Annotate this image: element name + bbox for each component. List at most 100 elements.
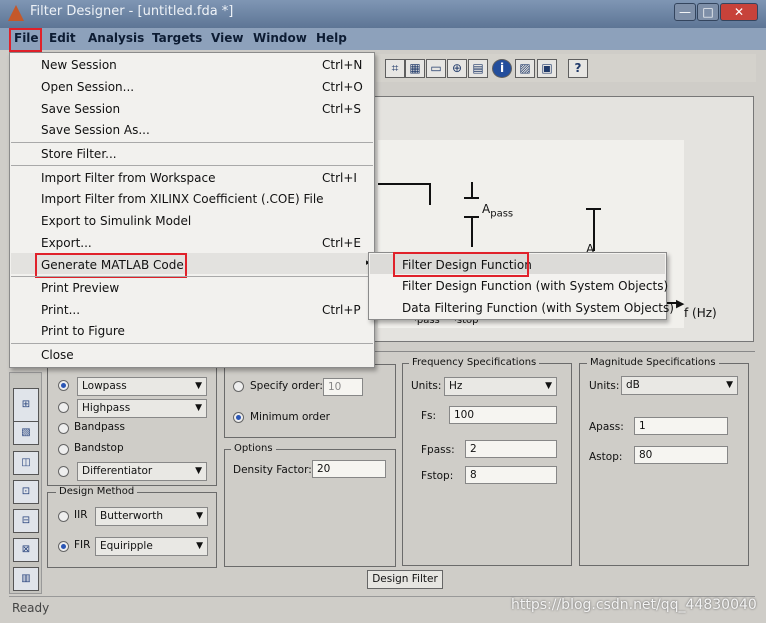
menu-save-session-as[interactable]: Save Session As... [41, 123, 150, 137]
menu-print-to-figure[interactable]: Print to Figure [41, 324, 125, 338]
fir-method-select[interactable]: Equiripple ▼ [95, 537, 208, 556]
impulse-icon[interactable]: ▨ [515, 59, 535, 78]
menu-import-xilinx[interactable]: Import Filter from XILINX Coefficient (.… [41, 192, 324, 206]
menu-open-session[interactable]: Open Session... [41, 80, 134, 94]
shortcut-save-session: Ctrl+S [322, 102, 362, 116]
fstop-input[interactable]: 8 [465, 466, 557, 484]
fstop-field-label: Fstop: [421, 470, 454, 482]
menu-separator [11, 142, 373, 143]
density-factor-input[interactable]: 20 [312, 460, 386, 478]
apass-input[interactable]: 1 [634, 417, 728, 435]
highpass-select[interactable]: Highpass ▼ [77, 399, 207, 418]
highpass-radio[interactable] [58, 402, 69, 413]
menu-separator [11, 165, 373, 166]
import-filter-icon[interactable]: ▥ [13, 567, 39, 591]
fpass-field-label: Fpass: [421, 444, 455, 456]
apass-tick-top [464, 197, 479, 199]
differentiator-radio[interactable] [58, 466, 69, 477]
file-dropdown-menu [9, 52, 375, 368]
design-panel-icon[interactable]: ⊞ [13, 388, 39, 422]
bandstop-radio[interactable] [58, 444, 69, 455]
passband-line [378, 183, 430, 185]
pole-zero-icon[interactable]: ▤ [468, 59, 488, 78]
menu-separator [11, 343, 373, 344]
minimum-order-label: Minimum order [250, 411, 330, 423]
shortcut-import-workspace: Ctrl+I [322, 171, 357, 185]
filter-info-icon[interactable]: i [492, 59, 512, 78]
menu-new-session[interactable]: New Session [41, 58, 117, 72]
menu-window[interactable]: Window [253, 31, 307, 45]
menu-help[interactable]: Help [316, 31, 347, 45]
menu-save-session[interactable]: Save Session [41, 102, 120, 116]
quantize-icon[interactable]: ⊠ [13, 538, 39, 562]
fir-label: FIR [74, 539, 91, 551]
menu-separator [11, 276, 373, 277]
multirate-icon[interactable]: ⊟ [13, 509, 39, 533]
design-method-title: Design Method [56, 486, 138, 497]
frequency-specs-title: Frequency Specifications [409, 357, 540, 368]
menu-print-preview[interactable]: Print Preview [41, 281, 119, 295]
transform-icon[interactable]: ▧ [13, 421, 39, 445]
shortcut-open-session: Ctrl+O [322, 80, 363, 94]
magnitude-icon[interactable]: ▦ [405, 59, 425, 78]
design-method-panel [47, 492, 217, 568]
lowpass-select[interactable]: Lowpass ▼ [77, 377, 207, 396]
differentiator-select[interactable]: Differentiator ▼ [77, 462, 207, 481]
lowpass-radio[interactable] [58, 380, 69, 391]
design-filter-icon[interactable]: ⌗ [385, 59, 405, 78]
filter-order-panel [224, 364, 396, 438]
menu-close[interactable]: Close [41, 348, 74, 362]
apass-arrow-top [471, 182, 473, 198]
close-window-button[interactable]: ✕ [720, 3, 758, 21]
whats-this-icon[interactable]: ? [568, 59, 588, 78]
step-icon[interactable]: ▣ [537, 59, 557, 78]
maximize-button[interactable]: □ [697, 3, 719, 21]
fpass-input[interactable]: 2 [465, 440, 557, 458]
phase-icon[interactable]: ▭ [426, 59, 446, 78]
menu-store-filter[interactable]: Store Filter... [41, 147, 117, 161]
iir-method-select[interactable]: Butterworth ▼ [95, 507, 208, 526]
submenu-data-filtering-function[interactable]: Data Filtering Function (with System Obj… [402, 301, 674, 315]
minimize-button[interactable]: — [674, 3, 696, 21]
mag-units-label: Units: [589, 380, 620, 392]
x-axis-label: f (Hz) [684, 306, 717, 320]
menu-import-workspace[interactable]: Import Filter from Workspace [41, 171, 216, 185]
apass-arrow-bottom [471, 217, 473, 247]
generate-code-highlight [35, 253, 187, 278]
magnitude-specs-title: Magnitude Specifications [587, 357, 719, 368]
passband-edge-line [429, 183, 431, 205]
fs-input[interactable]: 100 [449, 406, 557, 424]
bandpass-radio[interactable] [58, 423, 69, 434]
menu-export[interactable]: Export... [41, 236, 92, 250]
pole-zero-editor-icon[interactable]: ⊡ [13, 480, 39, 504]
menu-export-simulink[interactable]: Export to Simulink Model [41, 214, 191, 228]
minimum-order-radio[interactable] [233, 412, 244, 423]
watermark: https://blog.csdn.net/qq_44830040 [511, 597, 757, 613]
specify-order-radio[interactable] [233, 381, 244, 392]
options-title: Options [231, 443, 276, 454]
shortcut-export: Ctrl+E [322, 236, 361, 250]
menu-targets[interactable]: Targets [152, 31, 202, 45]
window-title: Filter Designer - [untitled.fda *] [30, 4, 234, 19]
menu-analysis[interactable]: Analysis [88, 31, 144, 45]
design-filter-button[interactable]: Design Filter [367, 570, 443, 589]
specify-order-label: Specify order: [250, 380, 323, 392]
group-delay-icon[interactable]: ⊕ [447, 59, 467, 78]
astop-input[interactable]: 80 [634, 446, 728, 464]
fir-radio[interactable] [58, 541, 69, 552]
menu-edit[interactable]: Edit [49, 31, 76, 45]
iir-radio[interactable] [58, 511, 69, 522]
iir-label: IIR [74, 509, 88, 521]
density-factor-label: Density Factor: [233, 464, 312, 476]
menu-view[interactable]: View [211, 31, 243, 45]
freq-units-select[interactable]: Hz ▼ [444, 377, 557, 396]
mag-units-select[interactable]: dB ▼ [621, 376, 738, 395]
specify-order-input[interactable]: 10 [323, 378, 363, 396]
submenu-filter-design-system-objects[interactable]: Filter Design Function (with System Obje… [402, 279, 668, 293]
shortcut-print: Ctrl+P [322, 303, 361, 317]
menu-print[interactable]: Print... [41, 303, 80, 317]
realize-model-icon[interactable]: ◫ [13, 451, 39, 475]
filter-design-function-highlight [393, 252, 529, 277]
bandpass-label: Bandpass [74, 421, 125, 433]
shortcut-new-session: Ctrl+N [322, 58, 363, 72]
